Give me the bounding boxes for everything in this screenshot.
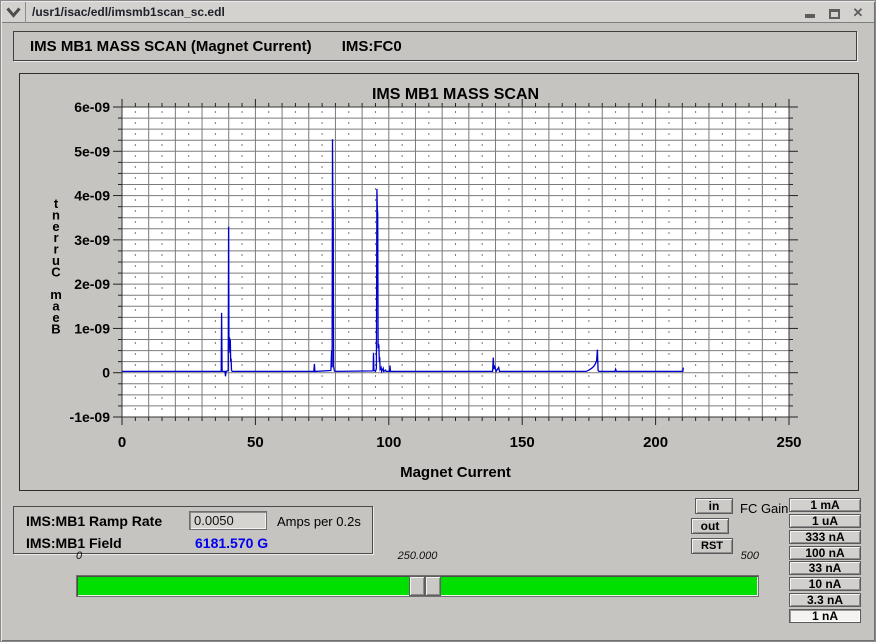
slider-max-label: 500 (741, 550, 759, 562)
window-menu-icon[interactable] (2, 2, 26, 23)
y-tick-label: 6e-09 (74, 99, 110, 115)
x-tick-label: 200 (643, 434, 668, 451)
fc-out-button[interactable]: out (691, 518, 729, 534)
slider-scale-labels: 0 250.000 500 (76, 550, 759, 564)
y-axis-label-char: B (51, 321, 60, 336)
x-axis-label: Magnet Current (400, 464, 511, 481)
header-panel: IMS MB1 MASS SCAN (Magnet Current) IMS:F… (13, 31, 857, 61)
mass-scan-chart: 6e-09 5e-09 4e-09 3e-09 2e-09 1e-09 0 -1e-09 0 50… (19, 73, 859, 491)
y-tick-label: 1e-09 (74, 320, 110, 336)
gain-button-10-na[interactable]: 10 nA (789, 577, 861, 591)
gain-button-3-3-na[interactable]: 3.3 nA (789, 593, 861, 607)
window-titlebar[interactable]: /usr1/isac/edl/imsmb1scan_sc.edl ✕ (2, 2, 874, 23)
ramp-rate-label: IMS:MB1 Ramp Rate (26, 513, 162, 529)
header-title: IMS MB1 MASS SCAN (Magnet Current) (14, 38, 312, 55)
ramp-rate-units: Amps per 0.2s (277, 514, 361, 529)
slider-min-label: 0 (76, 550, 82, 562)
x-tick-label: 150 (510, 434, 535, 451)
y-tick-label: 0 (102, 365, 110, 381)
y-axis-label-char: C (51, 264, 61, 279)
x-tick-label: 0 (118, 434, 126, 451)
y-tick-label: 2e-09 (74, 276, 110, 292)
x-tick-label: 50 (247, 434, 264, 451)
ramp-rate-row: IMS:MB1 Ramp Rate Amps per 0.2s (14, 511, 372, 531)
y-tick-label: 3e-09 (74, 232, 110, 248)
ramp-field-panel: IMS:MB1 Ramp Rate Amps per 0.2s IMS:MB1 … (13, 506, 373, 554)
fc-gain-label: FC Gain (740, 501, 788, 516)
y-tick-label: 5e-09 (74, 143, 110, 159)
chevron-down-icon (6, 7, 21, 18)
y-tick-label: -1e-09 (70, 409, 111, 425)
y-tick-label: 4e-09 (74, 188, 110, 204)
magnet-current-slider-track[interactable] (76, 575, 759, 597)
chart-title: IMS MB1 MASS SCAN (372, 86, 539, 103)
edm-window: /usr1/isac/edl/imsmb1scan_sc.edl ✕ IMS M… (0, 0, 876, 642)
field-value: 6181.570 G (195, 535, 268, 551)
slider-thumb[interactable] (409, 576, 441, 596)
gain-button-333-na[interactable]: 333 nA (789, 530, 861, 544)
plot-canvas: 6e-09 5e-09 4e-09 3e-09 2e-09 1e-09 0 -1e-09 0 50… (20, 74, 858, 490)
gain-button-1-ma[interactable]: 1 mA (789, 498, 861, 512)
gain-button-1-ua[interactable]: 1 uA (789, 514, 861, 528)
window-title: /usr1/isac/edl/imsmb1scan_sc.edl (26, 5, 225, 19)
fc-in-button[interactable]: in (695, 498, 733, 514)
slider-thumb-left[interactable] (409, 576, 425, 596)
slider-value-label: 250.000 (398, 550, 438, 562)
x-tick-label: 100 (376, 434, 401, 451)
gain-button-33-na[interactable]: 33 nA (789, 561, 861, 575)
ramp-rate-input[interactable] (189, 511, 267, 530)
field-label: IMS:MB1 Field (26, 535, 122, 551)
gain-button-1-na[interactable]: 1 nA (789, 609, 861, 623)
header-device-label: IMS:FC0 (312, 38, 402, 55)
slider-thumb-right[interactable] (425, 576, 441, 596)
gain-button-100-na[interactable]: 100 nA (789, 546, 861, 560)
gain-button-column: 1 mA 1 uA 333 nA 100 nA33 nA 10 nA 3.3 nA 1 nA (789, 1, 861, 642)
